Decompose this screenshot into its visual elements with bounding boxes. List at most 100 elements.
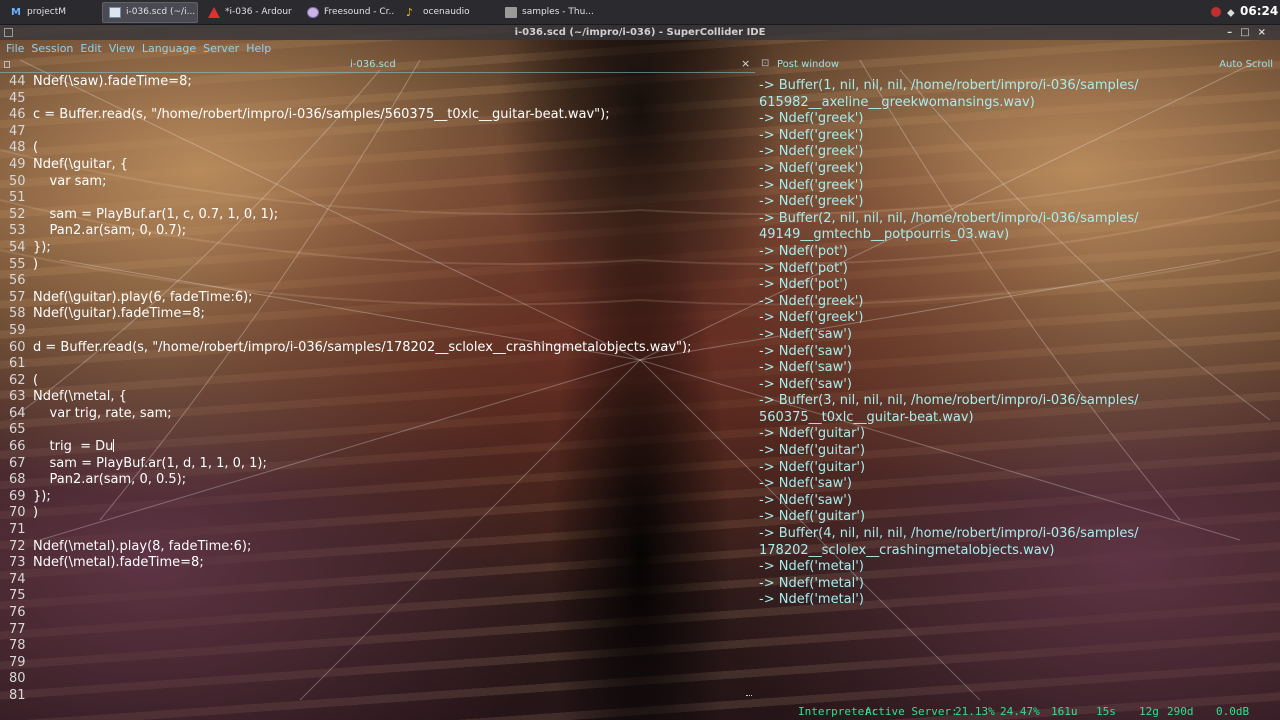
code-line[interactable]: 61 [0,356,752,373]
code-line[interactable]: 63 Ndef(\metal, { [0,389,752,406]
document-icon[interactable] [4,61,10,68]
code-line[interactable]: 77 [0,622,752,639]
line-text[interactable]: Pan2.ar(sam, 0, 0.5); [33,472,187,489]
post-line: -> Ndef('saw') [759,492,852,508]
code-line[interactable]: 65 [0,422,752,439]
code-line[interactable]: 57 Ndef(\guitar).play(6, fadeTime:6); [0,290,752,307]
post-window[interactable]: -> Buffer(1, nil, nil, nil, /home/robert… [759,78,1277,698]
line-text[interactable]: Ndef(\metal).fadeTime=8; [33,555,204,572]
code-line[interactable]: 46 c = Buffer.read(s, "/home/robert/impro… [0,107,752,124]
code-line[interactable]: 59 [0,323,752,340]
line-text[interactable]: Pan2.ar(sam, 0, 0.7); [33,223,187,240]
line-text[interactable]: ) [33,257,38,274]
menu-session[interactable]: Session [31,42,73,55]
code-line[interactable]: 66 trig = Du [0,439,752,456]
code-line[interactable]: 55) [0,257,752,274]
code-line[interactable]: 69}); [0,489,752,506]
line-content: }); [33,239,51,255]
code-line[interactable]: 76 [0,605,752,622]
task-ardour[interactable]: *i-036 - Ardour [201,2,297,23]
code-line[interactable]: 54}); [0,240,752,257]
code-line[interactable]: 47 [0,124,752,141]
code-line[interactable]: 56 [0,273,752,290]
menu-server[interactable]: Server [203,42,239,55]
scroll-indicator[interactable] [746,692,752,696]
task-supercollider[interactable]: i-036.scd (~/i... [102,1,198,23]
dock-icon[interactable]: ⊡ [761,58,769,69]
code-line[interactable]: 45 [0,91,752,108]
task-ocenaudio[interactable]: ♪ ocenaudio [399,2,495,23]
line-content: }); [33,488,51,504]
line-number: 62 [9,372,26,388]
line-text[interactable]: Ndef(\guitar, { [33,157,128,174]
code-line[interactable]: 53 Pan2.ar(sam, 0, 0.7); [0,223,752,240]
editor-tab[interactable]: i-036.scd [350,59,396,70]
code-line[interactable]: 74 [0,572,752,589]
tray-icon[interactable]: ⬥ [1227,6,1235,20]
code-line[interactable]: 75 [0,588,752,605]
line-content: ( [33,140,39,156]
code-line[interactable]: 60 d = Buffer.read(s, "/home/robert/impro… [0,340,752,357]
line-text[interactable]: d = Buffer.read(s, "/home/robert/impro/i… [33,340,692,357]
peak-cpu: 24.47% [1000,705,1040,718]
line-text[interactable]: Ndef(\guitar).fadeTime=8; [33,306,205,323]
code-line[interactable]: 62 ( [0,373,752,390]
line-text[interactable]: ( [33,140,38,157]
post-line: 178202__sclolex__crashingmetalobjects.wa… [759,542,1055,558]
window-menu-icon[interactable] [4,28,13,37]
code-line[interactable]: 71 [0,522,752,539]
menu-view[interactable]: View [109,42,135,55]
task-freesound[interactable]: Freesound - Cr... [300,2,396,23]
code-line[interactable]: 50 var sam; [0,174,752,191]
line-text[interactable]: trig = Du [33,439,115,456]
code-line[interactable]: 78 [0,638,752,655]
menu-file[interactable]: File [6,42,24,55]
line-text[interactable]: var sam; [33,174,107,191]
code-line[interactable]: 72 Ndef(\metal).play(8, fadeTime:6); [0,539,752,556]
line-text[interactable]: Ndef(\guitar).play(6, fadeTime:6); [33,290,253,307]
line-text[interactable]: }); [33,240,51,257]
line-text[interactable]: ( [33,373,38,390]
code-line[interactable]: 70) [0,505,752,522]
line-text[interactable]: sam = PlayBuf.ar(1, d, 1, 1, 0, 1); [33,456,267,473]
line-text[interactable]: Ndef(\saw).fadeTime=8; [33,74,192,91]
code-editor[interactable]: 44 Ndef(\saw).fadeTime=8; 45 46 c = Buffer.r… [0,74,752,702]
clock[interactable]: 06:24 [1240,4,1278,18]
code-line[interactable]: 73 Ndef(\metal).fadeTime=8; [0,555,752,572]
line-text[interactable]: }); [33,489,51,506]
code-line[interactable]: 68 Pan2.ar(sam, 0, 0.5); [0,472,752,489]
code-line[interactable]: 44 Ndef(\saw).fadeTime=8; [0,74,752,91]
code-line[interactable]: 58 Ndef(\guitar).fadeTime=8; [0,306,752,323]
code-line[interactable]: 51 [0,190,752,207]
task-file-manager[interactable]: samples - Thu... [498,2,594,23]
server-status[interactable]: Active Server: [865,705,958,718]
code-line[interactable]: 49 Ndef(\guitar, { [0,157,752,174]
record-indicator-icon[interactable] [1211,7,1221,17]
line-number: 69 [9,488,26,504]
line-text[interactable]: sam = PlayBuf.ar(1, c, 0.7, 1, 0, 1); [33,207,279,224]
code-line[interactable]: 79 [0,655,752,672]
line-text[interactable]: ) [33,505,38,522]
line-number: 45 [9,90,26,106]
code-line[interactable]: 52 sam = PlayBuf.ar(1, c, 0.7, 1, 0, 1); [0,207,752,224]
line-text[interactable]: Ndef(\metal).play(8, fadeTime:6); [33,539,251,556]
code-line[interactable]: 48 ( [0,140,752,157]
code-line[interactable]: 64 var trig, rate, sam; [0,406,752,423]
close-tab-icon[interactable]: × [741,57,750,70]
task-projectm[interactable]: M projectM [3,2,99,23]
menu-help[interactable]: Help [246,42,271,55]
code-line[interactable]: 67 sam = PlayBuf.ar(1, d, 1, 1, 0, 1); [0,456,752,473]
menu-edit[interactable]: Edit [80,42,101,55]
line-text[interactable]: Ndef(\metal, { [33,389,127,406]
code-line[interactable]: 81 [0,688,752,702]
menu-language[interactable]: Language [142,42,196,55]
post-line: -> Buffer(3, nil, nil, nil, /home/robert… [759,393,1139,409]
line-text[interactable]: var trig, rate, sam; [33,406,172,423]
window-controls[interactable]: –□× [1227,25,1274,40]
code-line[interactable]: 80 [0,671,752,688]
window-titlebar[interactable]: i-036.scd (~/impro/i-036) - SuperCollide… [0,25,1280,40]
line-content: trig = Du [33,439,114,455]
volume-level[interactable]: 0.0dB [1216,705,1249,718]
line-text[interactable]: c = Buffer.read(s, "/home/robert/impro/i… [33,107,610,124]
auto-scroll-toggle[interactable]: Auto Scroll [1219,59,1273,70]
